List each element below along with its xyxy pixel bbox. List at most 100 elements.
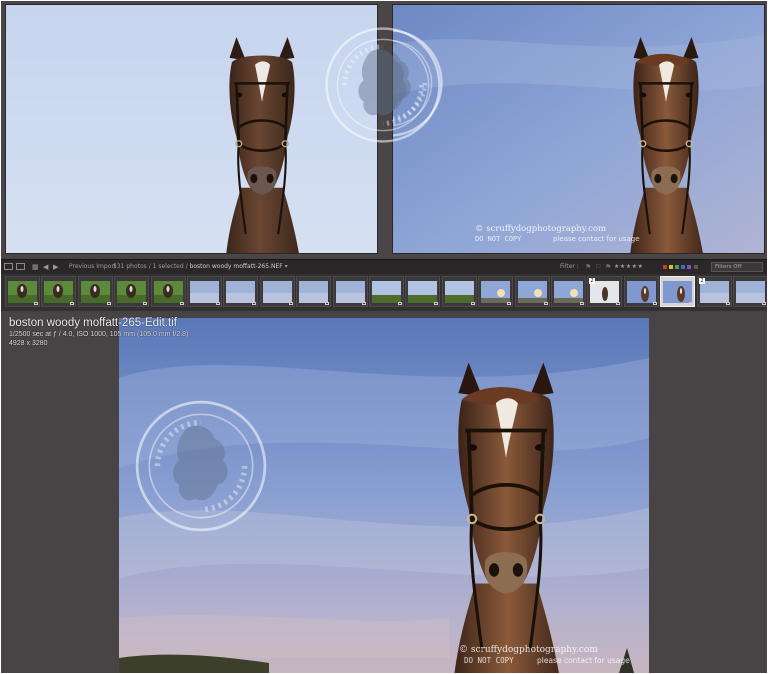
horse-photo-edited: © scruffydogphotography.com DO NOT COPY … xyxy=(393,5,764,253)
thumbnail-image xyxy=(481,281,510,303)
forward-arrow-icon[interactable]: ▶ xyxy=(53,260,58,274)
thumbnail-image xyxy=(190,281,219,303)
thumbnail-image xyxy=(81,281,110,303)
filmstrip-thumbnail[interactable] xyxy=(78,276,113,307)
edit-badge-icon xyxy=(544,302,548,305)
horse-photo-main: © scruffydogphotography.com DO NOT COPY … xyxy=(119,318,649,673)
edit-badge-icon xyxy=(398,302,402,305)
flag-icon[interactable]: ⚑ xyxy=(585,260,591,274)
label-yellow-swatch[interactable] xyxy=(669,265,673,269)
edit-badge-icon xyxy=(216,302,220,305)
filters-off-dropdown[interactable]: Filters Off xyxy=(711,262,763,272)
edit-badge-icon xyxy=(726,302,730,305)
selected-filename[interactable]: boston woody moffatt-265.NEF xyxy=(190,263,283,270)
photo-count: 531 photos / 1 selected / boston woody m… xyxy=(113,260,288,274)
watermark-seal-icon xyxy=(323,25,443,145)
edit-badge-icon xyxy=(70,302,74,305)
filmstrip-thumbnail[interactable] xyxy=(478,276,513,307)
app-frame: © scruffydogphotography.com DO NOT COPY … xyxy=(1,1,767,673)
thumbnail-image xyxy=(336,281,365,303)
back-arrow-icon[interactable]: ◀ xyxy=(43,260,48,274)
filmstrip-thumbnail[interactable] xyxy=(114,276,149,307)
filmstrip-thumbnail[interactable] xyxy=(369,276,404,307)
thumbnail-image xyxy=(154,281,183,303)
thumbnail-image xyxy=(518,281,547,303)
thumbnail-image xyxy=(226,281,255,303)
filmstrip-thumbnail[interactable]: 2 xyxy=(587,276,622,307)
thumbnail-image xyxy=(372,281,401,303)
edit-badge-icon xyxy=(507,302,511,305)
watermark-site-text: © scruffydogphotography.com xyxy=(459,645,598,655)
filmstrip-thumbnail[interactable] xyxy=(733,276,767,307)
stack-count-badge: 2 xyxy=(589,278,595,284)
label-purple-swatch[interactable] xyxy=(687,265,691,269)
filmstrip-thumbnail[interactable] xyxy=(515,276,550,307)
main-photo[interactable]: © scruffydogphotography.com DO NOT COPY … xyxy=(119,318,649,673)
filmstrip-thumbnail[interactable] xyxy=(296,276,331,307)
thumbnail-image xyxy=(736,281,765,303)
filmstrip-thumbnail[interactable] xyxy=(660,276,695,307)
secondary-window-icon[interactable] xyxy=(16,263,25,270)
loupe-view: © scruffydogphotography.com DO NOT COPY … xyxy=(1,313,767,673)
thumbnail-image xyxy=(445,281,474,303)
filmstrip-thumbnail[interactable] xyxy=(41,276,76,307)
edit-badge-icon xyxy=(143,302,147,305)
filmstrip-thumbnail[interactable] xyxy=(151,276,186,307)
watermark-notice-right: please contact for usage xyxy=(537,656,630,665)
thumbnail-image xyxy=(117,281,146,303)
thumbnail-image xyxy=(299,281,328,303)
filmstrip-thumbnail[interactable] xyxy=(260,276,295,307)
thumbnail-image xyxy=(408,281,437,303)
photo-count-text: 531 photos / 1 selected / xyxy=(113,263,188,270)
flag-rejected-icon[interactable]: ⚑ xyxy=(605,260,611,274)
chevron-down-icon[interactable]: ▾ xyxy=(285,263,288,270)
photo-filename: boston woody moffatt-265-Edit.tif xyxy=(9,317,177,329)
filmstrip-thumbnail[interactable] xyxy=(223,276,258,307)
edit-badge-icon xyxy=(107,302,111,305)
edit-badge-icon xyxy=(325,302,329,305)
label-red-swatch[interactable] xyxy=(663,265,667,269)
rating-stars-filter[interactable]: ★★★★★ xyxy=(614,260,643,274)
filmstrip: 22 xyxy=(1,274,767,311)
edit-badge-icon xyxy=(434,302,438,305)
watermark-notice-left: DO NOT COPY xyxy=(475,235,522,243)
filmstrip-thumbnail[interactable] xyxy=(624,276,659,307)
label-blue-swatch[interactable] xyxy=(681,265,685,269)
compare-candidate-image[interactable]: © scruffydogphotography.com DO NOT COPY … xyxy=(392,4,765,254)
compare-view: © scruffydogphotography.com DO NOT COPY … xyxy=(1,1,767,258)
watermark-site-text: © scruffydogphotography.com xyxy=(475,224,606,234)
source-previous-import[interactable]: Previous Import xyxy=(69,260,116,274)
watermark-notice-left: DO NOT COPY xyxy=(464,656,514,665)
edit-badge-icon xyxy=(289,302,293,305)
filmstrip-thumbnail[interactable] xyxy=(5,276,40,307)
thumbnail-image xyxy=(263,281,292,303)
filter-label: Filter : xyxy=(560,263,579,270)
filmstrip-thumbnail[interactable] xyxy=(551,276,586,307)
edit-badge-icon xyxy=(180,302,184,305)
photo-dimensions: 4928 x 3280 xyxy=(9,340,48,347)
filmstrip-thumbnail[interactable] xyxy=(187,276,222,307)
thumbnail-image xyxy=(590,281,619,303)
label-green-swatch[interactable] xyxy=(675,265,679,269)
label-none-swatch[interactable] xyxy=(694,265,698,269)
edit-badge-icon xyxy=(252,302,256,305)
filmstrip-thumbnail[interactable] xyxy=(405,276,440,307)
edit-badge-icon xyxy=(362,302,366,305)
edit-badge-icon xyxy=(580,302,584,305)
watermark-notice-right: please contact for usage xyxy=(553,235,640,243)
edit-badge-icon xyxy=(34,302,38,305)
grid-icon[interactable]: ▦ xyxy=(32,260,39,274)
stack-count-badge: 2 xyxy=(699,278,705,284)
edit-badge-icon xyxy=(689,302,693,305)
flag-unflagged-icon[interactable]: ⚐ xyxy=(595,260,601,274)
filmstrip-thumbnail[interactable] xyxy=(333,276,368,307)
filmstrip-thumbnail[interactable]: 2 xyxy=(697,276,732,307)
filmstrip-toolbar: ▦ ◀ ▶ Previous Import 531 photos / 1 sel… xyxy=(1,259,767,275)
photo-exposure: 1/2500 sec at ƒ / 4.0, ISO 1000, 105 mm … xyxy=(9,331,189,338)
edit-badge-icon xyxy=(471,302,475,305)
thumbnail-image xyxy=(663,281,692,303)
primary-window-icon[interactable] xyxy=(4,263,13,270)
thumbnail-image xyxy=(554,281,583,303)
photo-info-overlay: boston woody moffatt-265-Edit.tif 1/2500… xyxy=(9,316,188,348)
filmstrip-thumbnail[interactable] xyxy=(442,276,477,307)
